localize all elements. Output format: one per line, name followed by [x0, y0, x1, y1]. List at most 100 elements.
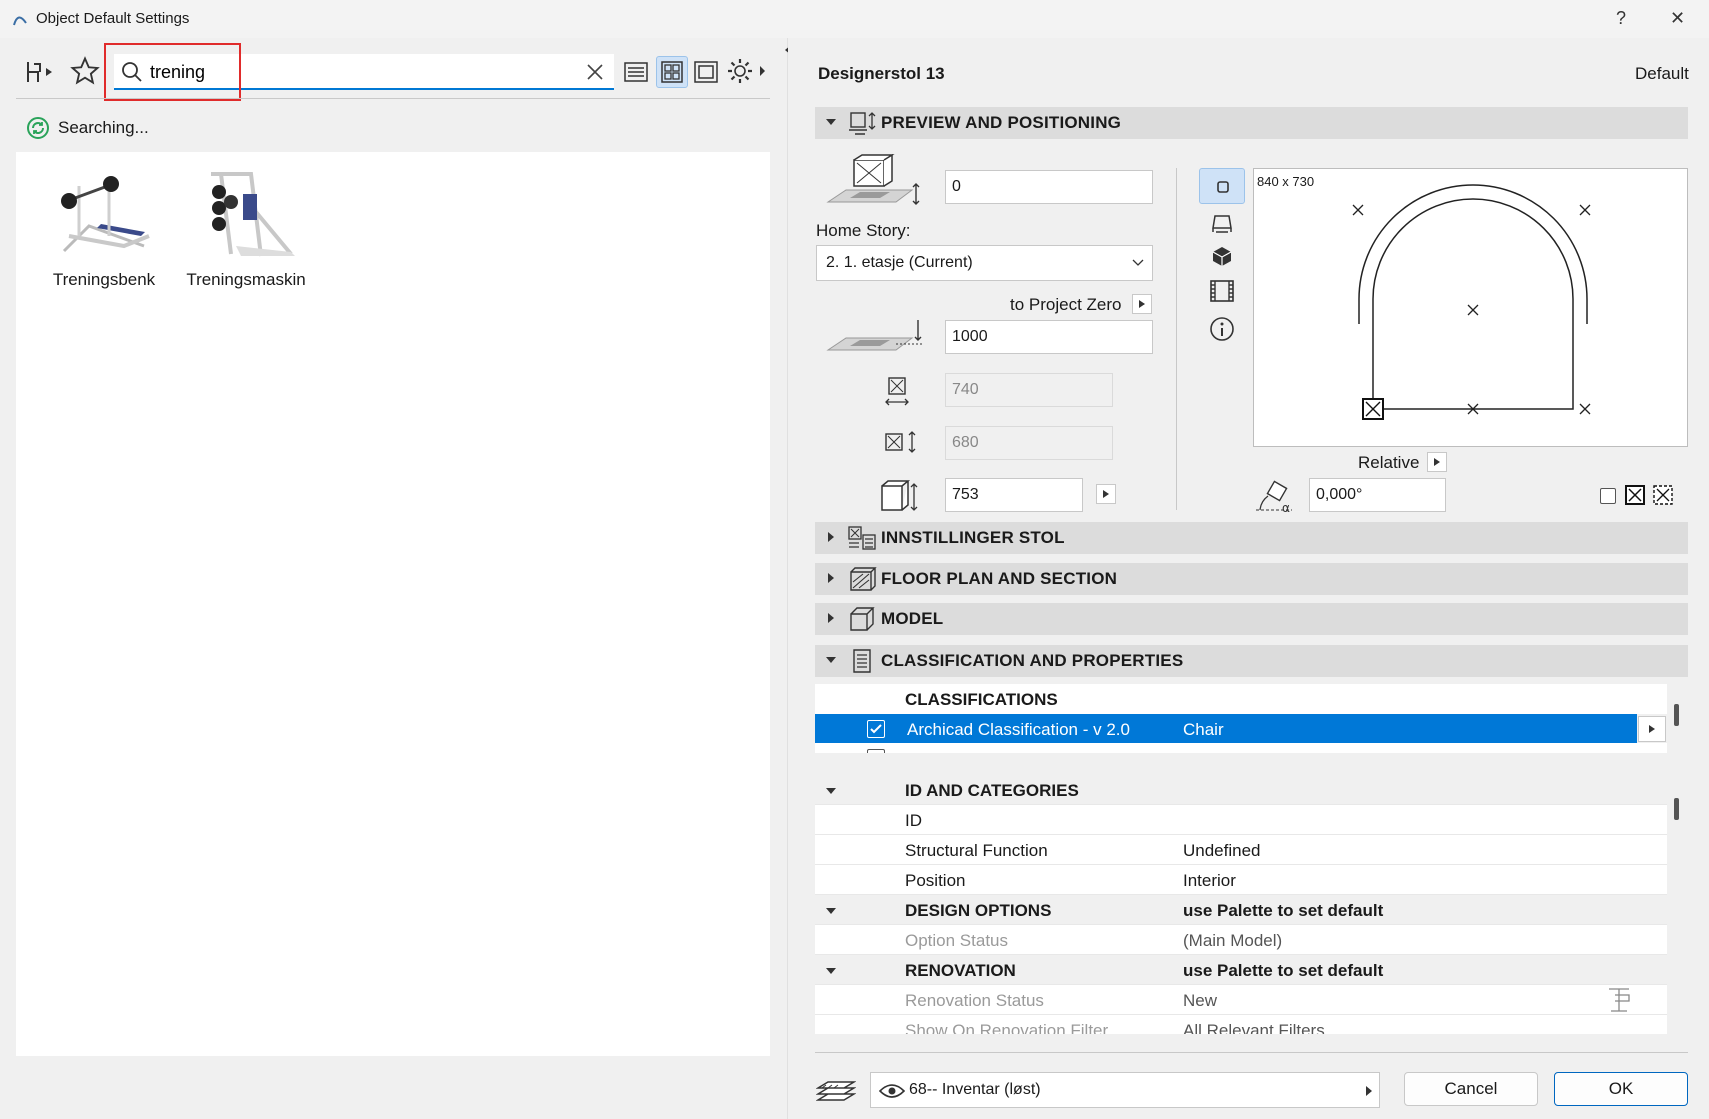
- section-floorplan-header[interactable]: FLOOR PLAN AND SECTION: [815, 563, 1688, 595]
- result-item[interactable]: Treningsbenk: [34, 166, 174, 290]
- prop-value: Undefined: [1183, 841, 1261, 860]
- table-row[interactable]: Structural Function Undefined: [815, 835, 1667, 865]
- anchor-dashed-icon[interactable]: [1652, 484, 1674, 506]
- rotation-angle-field[interactable]: 0,000°: [1309, 478, 1446, 512]
- preview-positioning-icon: [849, 112, 876, 135]
- object-name: Designerstol 13: [818, 64, 945, 83]
- table-row[interactable]: ID: [815, 805, 1667, 835]
- preview-canvas[interactable]: 840 x 730: [1253, 168, 1688, 447]
- reference-menu-button[interactable]: [1132, 294, 1152, 314]
- depth-field: 680: [945, 426, 1113, 460]
- relative-menu-button[interactable]: [1427, 452, 1447, 472]
- help-button[interactable]: ?: [1616, 8, 1626, 29]
- home-story-value: 2. 1. etasje (Current): [826, 254, 973, 271]
- prop-value: Interior: [1183, 871, 1236, 890]
- table-row[interactable]: DESIGN OPTIONS use Palette to set defaul…: [815, 895, 1667, 925]
- preview-view-button[interactable]: [690, 56, 722, 88]
- table-row[interactable]: RENOVATION use Palette to set default: [815, 955, 1667, 985]
- classification-value: Chair: [1183, 720, 1224, 739]
- refresh-icon: [27, 117, 49, 139]
- close-button[interactable]: ✕: [1670, 8, 1685, 29]
- divider: [1176, 168, 1177, 510]
- prop-value: use Palette to set default: [1183, 961, 1384, 980]
- height-field[interactable]: 753: [945, 478, 1083, 512]
- settings-menu-button[interactable]: [726, 56, 768, 86]
- to-project-zero-label: to Project Zero: [1010, 295, 1122, 314]
- list-view-button[interactable]: [620, 56, 652, 88]
- classification-row-selected[interactable]: Archicad Classification - v 2.0 Chair: [815, 714, 1637, 743]
- section-title: MODEL: [881, 609, 944, 628]
- mirror-checkbox[interactable]: [1600, 488, 1616, 504]
- grid-view-icon: [661, 61, 683, 83]
- 3d-view-icon[interactable]: [1210, 245, 1234, 267]
- view-2d-button[interactable]: [1199, 168, 1245, 204]
- classification-checkbox[interactable]: [867, 749, 885, 753]
- depth-icon: [885, 431, 916, 453]
- chevron-down-icon: [826, 908, 836, 914]
- square-icon: [1217, 181, 1229, 193]
- table-row[interactable]: Show On Renovation Filter All Relevant F…: [815, 1015, 1667, 1034]
- svg-text:α: α: [1282, 501, 1290, 514]
- table-row[interactable]: Position Interior: [815, 865, 1667, 895]
- table-row[interactable]: Renovation Status New: [815, 985, 1667, 1015]
- play-arrow-icon: [1366, 1086, 1372, 1096]
- chevron-down-icon: [826, 119, 836, 125]
- classification-row-partial: [815, 743, 1667, 753]
- preview-view-icon: [694, 61, 718, 83]
- object-type-menu-button[interactable]: [24, 56, 56, 88]
- cancel-button[interactable]: Cancel: [1404, 1072, 1538, 1106]
- training-machine-thumbnail: [211, 172, 295, 257]
- section-innstillinger-header[interactable]: INNSTILLINGER STOL: [815, 522, 1688, 554]
- ok-button[interactable]: OK: [1554, 1072, 1688, 1106]
- table-row[interactable]: ID AND CATEGORIES: [815, 775, 1667, 805]
- section-view-icon[interactable]: [1210, 212, 1234, 234]
- result-item[interactable]: Treningsmaskin: [176, 166, 316, 290]
- classification-menu-button[interactable]: [1638, 716, 1666, 742]
- classifications-header: CLASSIFICATIONS: [905, 690, 1058, 709]
- document-list-icon: [853, 649, 871, 673]
- classification-system: Archicad Classification - v 2.0: [907, 720, 1130, 739]
- clear-search-icon[interactable]: [586, 63, 604, 81]
- top-offset-field[interactable]: 0: [945, 170, 1153, 204]
- renovation-filter-icon[interactable]: [1605, 987, 1633, 1013]
- scrollbar-thumb[interactable]: [1674, 704, 1679, 726]
- section-preview-header[interactable]: PREVIEW AND POSITIONING: [815, 107, 1688, 139]
- prop-value: (Main Model): [1183, 931, 1283, 950]
- grid-view-button[interactable]: [656, 56, 688, 88]
- training-bench-thumbnail: [61, 176, 150, 253]
- prop-name: DESIGN OPTIONS: [905, 901, 1052, 920]
- play-arrow-icon: [1434, 458, 1440, 466]
- result-label: Treningsbenk: [52, 270, 156, 289]
- search-results: Treningsbenk Treningsmaskin: [16, 152, 770, 1056]
- layers-icon: [816, 1081, 856, 1101]
- model-cube-icon: [850, 607, 875, 631]
- layer-select[interactable]: 68-- Inventar (løst): [870, 1072, 1380, 1108]
- table-row[interactable]: Option Status (Main Model): [815, 925, 1667, 955]
- width-field: 740: [945, 373, 1113, 407]
- prop-name: Position: [905, 871, 966, 890]
- chevron-down-icon: [826, 968, 836, 974]
- film-strip-icon[interactable]: [1209, 279, 1235, 303]
- favorites-button[interactable]: [70, 56, 100, 86]
- prop-value: All Relevant Filters: [1183, 1021, 1325, 1034]
- chevron-down-icon: [1132, 259, 1144, 266]
- anchor-point-icon[interactable]: [1624, 484, 1646, 506]
- prop-name: Renovation Status: [905, 991, 1044, 1010]
- relative-label: Relative: [1358, 453, 1420, 472]
- section-title: CLASSIFICATION AND PROPERTIES: [881, 651, 1184, 670]
- section-title: PREVIEW AND POSITIONING: [881, 113, 1122, 132]
- section-classification-header[interactable]: CLASSIFICATION AND PROPERTIES: [815, 645, 1688, 677]
- height-menu-button[interactable]: [1096, 484, 1116, 504]
- section-model-header[interactable]: MODEL: [815, 603, 1688, 635]
- prop-name: ID: [905, 811, 922, 830]
- result-label: Treningsmaskin: [186, 270, 306, 289]
- elevation-field[interactable]: 1000: [945, 320, 1153, 354]
- play-arrow-icon: [1139, 300, 1145, 308]
- layer-name: 68-- Inventar (løst): [909, 1081, 1041, 1098]
- classifications-header-row: CLASSIFICATIONS: [815, 684, 1667, 714]
- classification-checkbox[interactable]: [867, 720, 885, 738]
- info-icon[interactable]: [1209, 316, 1235, 342]
- home-story-select[interactable]: 2. 1. etasje (Current): [816, 245, 1153, 281]
- scrollbar-thumb[interactable]: [1674, 798, 1679, 820]
- search-highlight-box: [104, 43, 241, 101]
